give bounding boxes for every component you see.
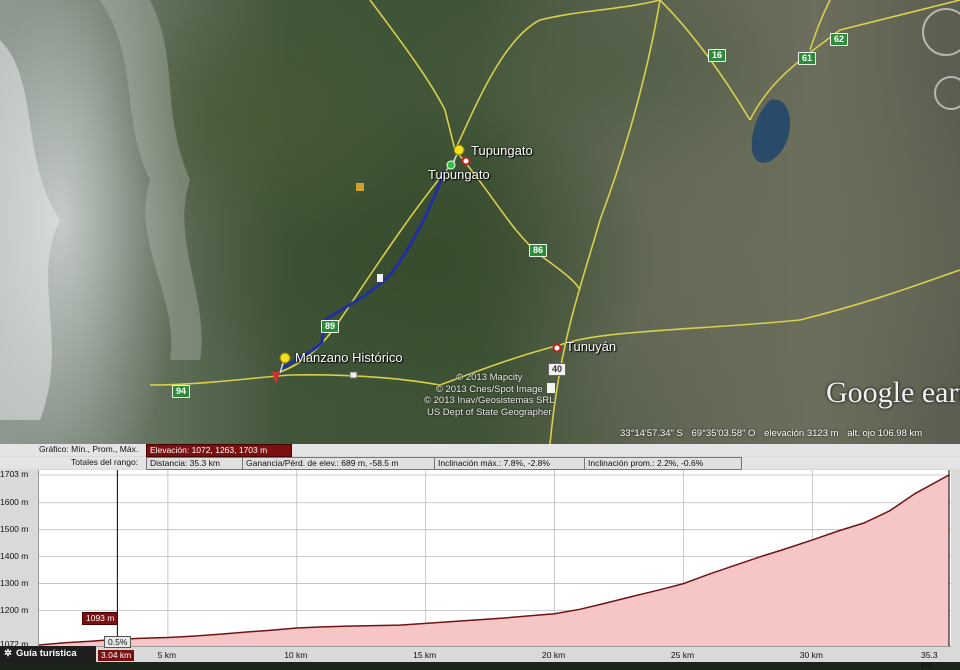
elevation-chart-svg[interactable]	[39, 470, 951, 646]
distance-stat[interactable]: Distancia: 35.3 km	[146, 457, 244, 470]
elevation-gain-stat[interactable]: Ganancia/Pérd. de elev.: 689 m, -58.5 m	[242, 457, 436, 470]
google-earth-logo: Google earth	[826, 376, 960, 409]
route-shield: 16	[708, 49, 727, 62]
avg-slope-stat[interactable]: Inclinación prom.: 2.2%, -0.6%	[584, 457, 742, 470]
x-tick-label: 25 km	[670, 650, 695, 660]
cursor-distance-label: 3.04 km	[98, 650, 135, 661]
tour-guide-button[interactable]: ✲ Guía turística	[0, 646, 96, 662]
y-tick-label: 1200 m	[0, 604, 29, 615]
route-path[interactable]	[279, 169, 447, 372]
range-label: Totales del rango:	[71, 457, 139, 467]
copyright-line: © 2013 Inav/Geosistemas SRL	[424, 395, 555, 406]
status-bar: 33°14'57.34" S 69°35'03.58" O elevación …	[620, 428, 960, 442]
tour-guide-label: Guía turística	[15, 648, 77, 659]
x-tick-label: 10 km	[284, 650, 308, 660]
x-tick-label: 30 km	[799, 650, 823, 660]
route-shield: 89	[321, 320, 340, 333]
y-tick-label: 1300 m	[0, 577, 29, 588]
copyright-line: US Dept of State Geographer	[426, 406, 552, 418]
route-shield: 62	[830, 33, 849, 46]
route-shield: 94	[172, 385, 191, 398]
place-label-manzano[interactable]: Manzano Histórico	[295, 350, 403, 365]
status-longitude: 69°35'03.58" O	[691, 428, 756, 439]
status-eye-altitude: alt. ojo 106.98 km	[847, 428, 923, 439]
copyright-line: © 2013 Cnes/Spot Image	[435, 383, 543, 395]
profile-stats-row: Gráfico: Mín., Prom., Máx. Elevación: 10…	[0, 444, 960, 457]
lake	[751, 99, 790, 163]
poi-icon	[377, 274, 383, 282]
place-label-tupungato-town[interactable]: Tupungato	[428, 167, 490, 182]
look-joystick-icon[interactable]	[934, 76, 960, 110]
place-label-tupungato[interactable]: Tupungato	[471, 143, 533, 158]
town-marker[interactable]	[461, 156, 471, 166]
status-latitude: 33°14'57.34" S	[620, 428, 683, 439]
snow-area	[0, 40, 60, 420]
x-tick-label: 20 km	[542, 650, 566, 660]
place-label-tunuyan[interactable]: Tunuyán	[566, 339, 616, 354]
y-tick-label: 1703 m	[0, 469, 29, 479]
x-tick-label: 5 km	[157, 650, 177, 660]
cursor-elevation-label: 1093 m	[82, 612, 119, 625]
cursor-slope-label: 0.5%	[104, 636, 132, 648]
town-marker[interactable]	[552, 343, 562, 353]
poi-icon	[356, 183, 364, 191]
route-shield: 61	[798, 52, 817, 65]
copyright-notice: © 2013 Mapcity © 2013 Cnes/Spot Image © …	[424, 372, 555, 418]
tour-guide-icon: ✲	[4, 648, 12, 659]
profile-stats-row: Totales del rango: Distancia: 35.3 km Ga…	[0, 457, 960, 470]
x-tick-label: 35.3 km	[921, 650, 938, 670]
elevation-stats[interactable]: Elevación: 1072, 1263, 1703 m	[146, 444, 292, 457]
x-tick-label: 15 km	[413, 650, 437, 660]
snow-area	[100, 0, 202, 360]
copyright-line: © 2013 Mapcity	[456, 372, 523, 383]
route-shield: 86	[529, 244, 548, 257]
poi-icon	[349, 371, 358, 379]
y-tick-label: 1600 m	[0, 496, 29, 507]
elevation-chart[interactable]	[38, 470, 951, 647]
max-slope-stat[interactable]: Inclinación máx.: 7.8%, -2.8%	[434, 457, 586, 470]
y-tick-label: 1400 m	[0, 550, 29, 561]
map-view[interactable]: Tupungato Tupungato Manzano Histórico Tu…	[0, 0, 960, 444]
graph-label: Gráfico: Mín., Prom., Máx.	[39, 444, 139, 454]
y-tick-label: 1500 m	[0, 523, 29, 534]
status-elevation: elevación 3123 m	[764, 428, 839, 439]
